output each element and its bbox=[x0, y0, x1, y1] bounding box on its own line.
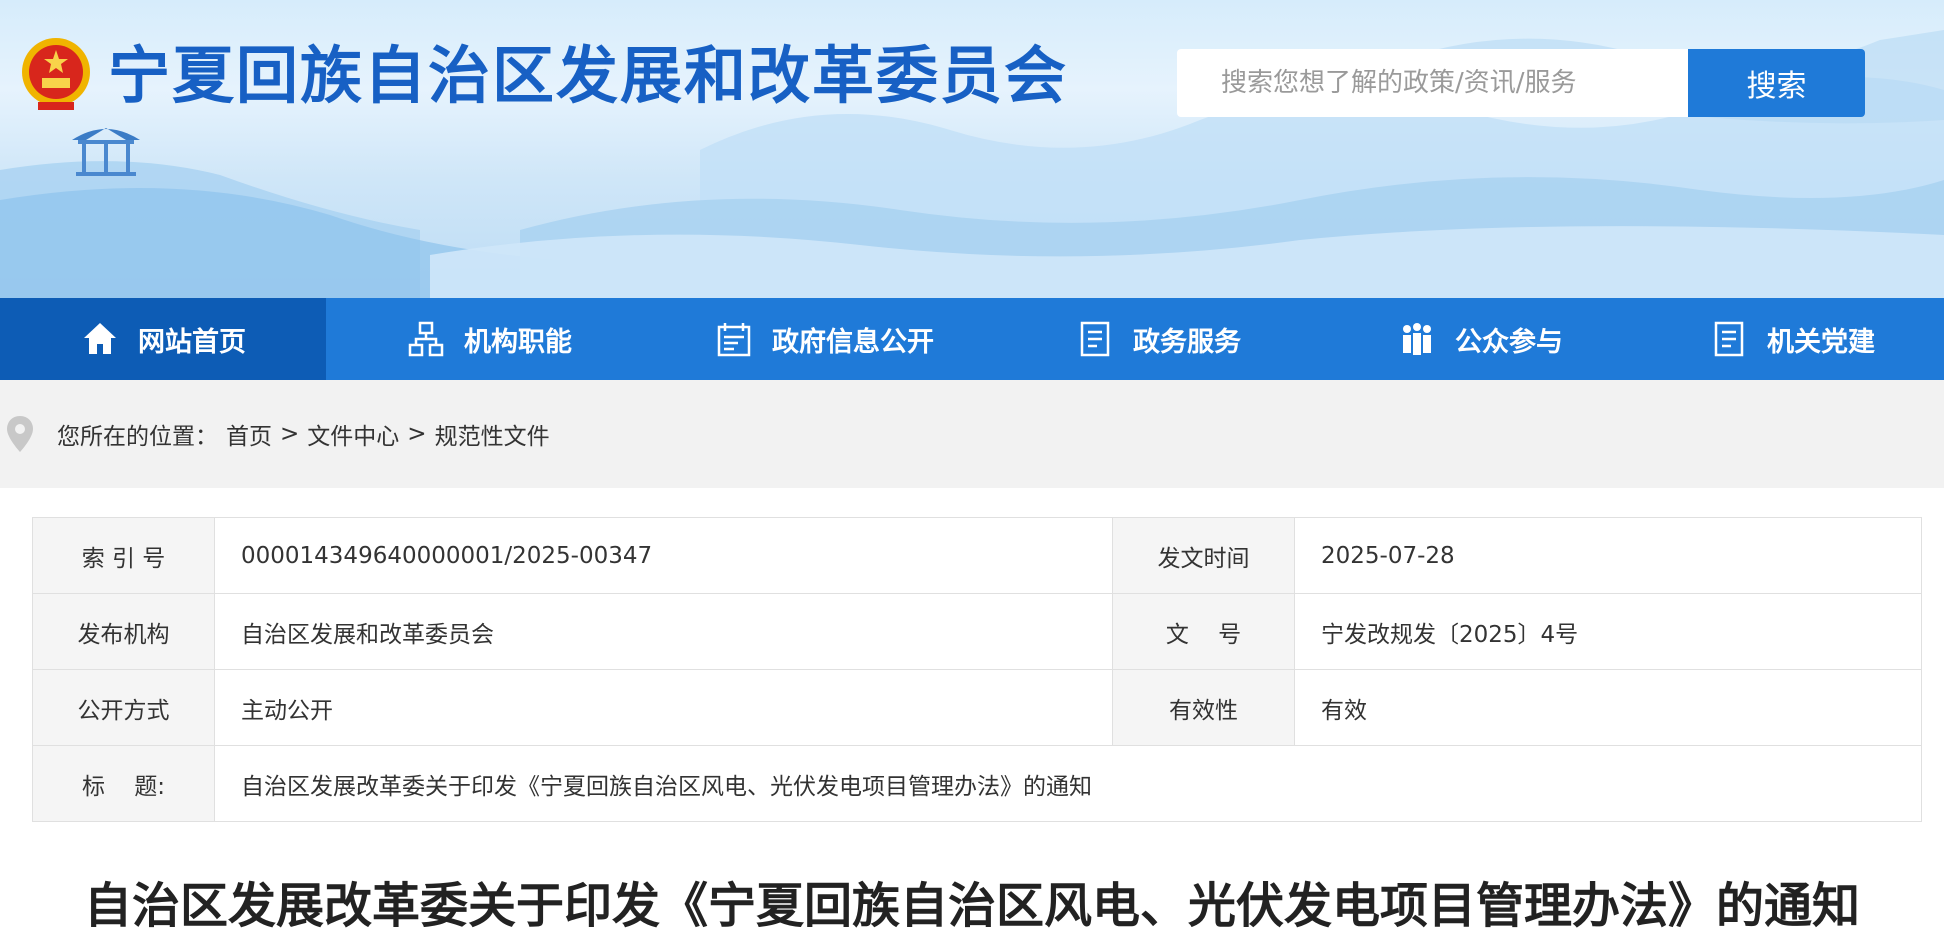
title-value: 自治区发展改革委关于印发《宁夏回族自治区风电、光伏发电项目管理办法》的通知 bbox=[214, 745, 1922, 822]
breadcrumb-prefix: 您所在的位置： bbox=[57, 424, 218, 450]
breadcrumb: 您所在的位置： 首页 > 文件中心 > 规范性文件 bbox=[0, 380, 1944, 488]
date-value: 2025-07-28 bbox=[1294, 517, 1922, 594]
search-input[interactable] bbox=[1177, 49, 1689, 117]
breadcrumb-home[interactable]: 首页 bbox=[226, 417, 272, 451]
breadcrumb-separator: > bbox=[280, 421, 300, 447]
national-emblem-icon bbox=[22, 38, 90, 110]
title-label: 标 题: bbox=[32, 745, 215, 822]
document-title: 自治区发展改革委关于印发《宁夏回族自治区风电、光伏发电项目管理办法》的通知 bbox=[83, 878, 1860, 934]
index-no-label: 索 引 号 bbox=[32, 517, 215, 594]
index-no-value: 000014349640000001/2025-00347 bbox=[214, 517, 1113, 594]
nav-item-home[interactable]: 网站首页 bbox=[0, 298, 326, 380]
header-banner: 宁夏回族自治区发展和改革委员会 搜索 bbox=[0, 0, 1944, 298]
nav-item-label: 公众参与 bbox=[1455, 326, 1563, 358]
nav-item-public[interactable]: 公众参与 bbox=[1320, 298, 1640, 380]
date-label: 发文时间 bbox=[1112, 517, 1295, 594]
nav-item-services[interactable]: 政务服务 bbox=[996, 298, 1320, 380]
location-pin-icon bbox=[7, 416, 33, 452]
pavilion-illustration bbox=[72, 128, 140, 176]
search-button[interactable]: 搜索 bbox=[1688, 49, 1865, 117]
nav-item-label: 机构职能 bbox=[464, 326, 572, 358]
people-icon bbox=[1403, 323, 1431, 355]
table-row: 标 题: 自治区发展改革委关于印发《宁夏回族自治区风电、光伏发电项目管理办法》的… bbox=[32, 745, 1922, 822]
nav-item-party[interactable]: 机关党建 bbox=[1640, 298, 1944, 380]
doc-no-value: 宁发改规发〔2025〕4号 bbox=[1294, 593, 1922, 670]
issuer-value: 自治区发展和改革委员会 bbox=[214, 593, 1113, 670]
breadcrumb-separator: > bbox=[407, 421, 427, 447]
doc-no-label: 文 号 bbox=[1112, 593, 1295, 670]
breadcrumb-file-center[interactable]: 文件中心 bbox=[307, 417, 399, 451]
nav-item-org[interactable]: 机构职能 bbox=[326, 298, 652, 380]
document-list-icon bbox=[1714, 321, 1744, 357]
document-info-table: 索 引 号 000014349640000001/2025-00347 发文时间… bbox=[32, 517, 1922, 822]
nav-item-label: 政府信息公开 bbox=[772, 326, 934, 358]
document-list-icon bbox=[1080, 321, 1110, 357]
breadcrumb-normative-docs[interactable]: 规范性文件 bbox=[435, 417, 550, 451]
org-chart-icon bbox=[408, 321, 444, 357]
table-row: 公开方式 主动公开 有效性 有效 bbox=[32, 669, 1922, 746]
validity-value: 有效 bbox=[1294, 669, 1922, 746]
site-title: 宁夏回族自治区发展和改革委员会 bbox=[108, 39, 1069, 112]
calendar-list-icon bbox=[717, 323, 751, 357]
home-icon bbox=[84, 323, 116, 354]
nav-item-label: 政务服务 bbox=[1133, 326, 1241, 358]
nav-item-label: 机关党建 bbox=[1767, 326, 1875, 358]
table-row: 发布机构 自治区发展和改革委员会 文 号 宁发改规发〔2025〕4号 bbox=[32, 593, 1922, 670]
table-row: 索 引 号 000014349640000001/2025-00347 发文时间… bbox=[32, 517, 1922, 594]
disclosure-value: 主动公开 bbox=[214, 669, 1113, 746]
nav-item-gov-info[interactable]: 政府信息公开 bbox=[652, 298, 996, 380]
nav-item-label: 网站首页 bbox=[138, 326, 246, 358]
main-nav: 网站首页 机构职能 政府信息公开 政务服务 公众参与 机关党建 bbox=[0, 298, 1944, 380]
validity-label: 有效性 bbox=[1112, 669, 1295, 746]
issuer-label: 发布机构 bbox=[32, 593, 215, 670]
disclosure-label: 公开方式 bbox=[32, 669, 215, 746]
